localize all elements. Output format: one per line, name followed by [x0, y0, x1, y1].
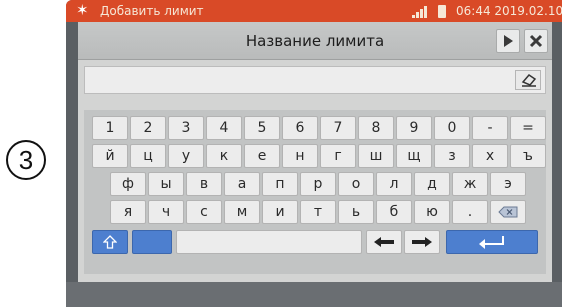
key-row4-2[interactable]: с — [186, 200, 222, 224]
key-row2-9[interactable]: з — [434, 144, 470, 168]
key-row2-3[interactable]: к — [206, 144, 242, 168]
key-row4-8[interactable]: ю — [414, 200, 450, 224]
key-row4-3[interactable]: м — [224, 200, 260, 224]
enter-key[interactable] — [446, 230, 538, 254]
confirm-button[interactable] — [496, 29, 520, 53]
key-row2-6[interactable]: г — [320, 144, 356, 168]
eraser-icon — [521, 74, 537, 87]
key-row4-4[interactable]: и — [262, 200, 298, 224]
key-row1-0[interactable]: 1 — [92, 116, 128, 140]
alt-key[interactable] — [132, 230, 172, 254]
key-row2-5[interactable]: н — [282, 144, 318, 168]
key-row3-2[interactable]: в — [186, 172, 222, 196]
enter-icon — [479, 236, 504, 249]
key-row3-4[interactable]: п — [262, 172, 298, 196]
status-bar: ✶ Добавить лимит 06:44 2019.02.10 — [66, 0, 562, 22]
key-row1-6[interactable]: 7 — [320, 116, 356, 140]
backspace-key[interactable] — [490, 200, 526, 224]
cursor-right-key[interactable] — [404, 230, 440, 254]
key-row3-9[interactable]: ж — [452, 172, 488, 196]
backspace-icon — [498, 206, 518, 218]
key-row4-9[interactable]: . — [452, 200, 488, 224]
cursor-left-key[interactable] — [366, 230, 402, 254]
key-row4-7[interactable]: б — [376, 200, 412, 224]
dialog-title: Название лимита — [245, 32, 385, 50]
device-bezel — [66, 282, 562, 307]
key-row3-10[interactable]: э — [490, 172, 526, 196]
key-row4-0[interactable]: я — [110, 200, 146, 224]
battery-icon — [438, 5, 446, 18]
key-row3-7[interactable]: л — [376, 172, 412, 196]
key-row2-11[interactable]: ъ — [510, 144, 546, 168]
key-row3-3[interactable]: а — [224, 172, 260, 196]
key-row3-8[interactable]: д — [414, 172, 450, 196]
key-row1-2[interactable]: 3 — [168, 116, 204, 140]
key-row2-0[interactable]: й — [92, 144, 128, 168]
step-number-badge: 3 — [6, 140, 46, 180]
screen-title: Добавить лимит — [100, 4, 204, 18]
key-row3-5[interactable]: р — [300, 172, 336, 196]
close-icon — [529, 34, 543, 48]
signal-icon — [412, 6, 427, 18]
limit-name-dialog: Название лимита 1 2 3 4 5 6 7 8 9 0- = й ц у к е н г ш щ з х ъ… — [78, 22, 552, 282]
key-row3-6[interactable]: о — [338, 172, 374, 196]
key-row2-2[interactable]: у — [168, 144, 204, 168]
close-button[interactable] — [524, 29, 548, 53]
device-frame: ✶ Добавить лимит 06:44 2019.02.10 Назван… — [66, 0, 562, 307]
play-icon — [504, 35, 513, 47]
dialog-header: Название лимита — [78, 22, 552, 60]
key-row1-5[interactable]: 6 — [282, 116, 318, 140]
arrow-right-icon — [412, 237, 432, 247]
key-row4-6[interactable]: ь — [338, 200, 374, 224]
key-row1-1[interactable]: 2 — [130, 116, 166, 140]
shift-icon — [103, 235, 117, 249]
key-row3-0[interactable]: ф — [110, 172, 146, 196]
key-row1-3[interactable]: 4 — [206, 116, 242, 140]
key-row2-8[interactable]: щ — [396, 144, 432, 168]
key-row1-7[interactable]: 8 — [358, 116, 394, 140]
key-row2-10[interactable]: х — [472, 144, 508, 168]
key-row4-5[interactable]: т — [300, 200, 336, 224]
limit-name-input[interactable] — [84, 66, 546, 94]
arrow-left-icon — [374, 237, 394, 247]
shift-key[interactable] — [92, 230, 128, 254]
on-screen-keyboard: 1 2 3 4 5 6 7 8 9 0- = й ц у к е н г ш щ з х ъ ф ы в а п р о л д ж э я ч с м и… — [84, 110, 546, 274]
key-row2-1[interactable]: ц — [130, 144, 166, 168]
key-row1-4[interactable]: 5 — [244, 116, 280, 140]
key-row1-11[interactable]: = — [510, 116, 546, 140]
clock: 06:44 2019.02.10 — [456, 4, 562, 18]
space-key[interactable] — [176, 230, 362, 254]
app-logo-icon: ✶ — [76, 1, 89, 19]
key-row1-9[interactable]: 0 — [434, 116, 470, 140]
key-row2-7[interactable]: ш — [358, 144, 394, 168]
key-row1-8[interactable]: 9 — [396, 116, 432, 140]
key-row1-10[interactable]: - — [472, 116, 508, 140]
key-row3-1[interactable]: ы — [148, 172, 184, 196]
key-row4-1[interactable]: ч — [148, 200, 184, 224]
key-row2-4[interactable]: е — [244, 144, 280, 168]
clear-button[interactable] — [515, 70, 541, 90]
